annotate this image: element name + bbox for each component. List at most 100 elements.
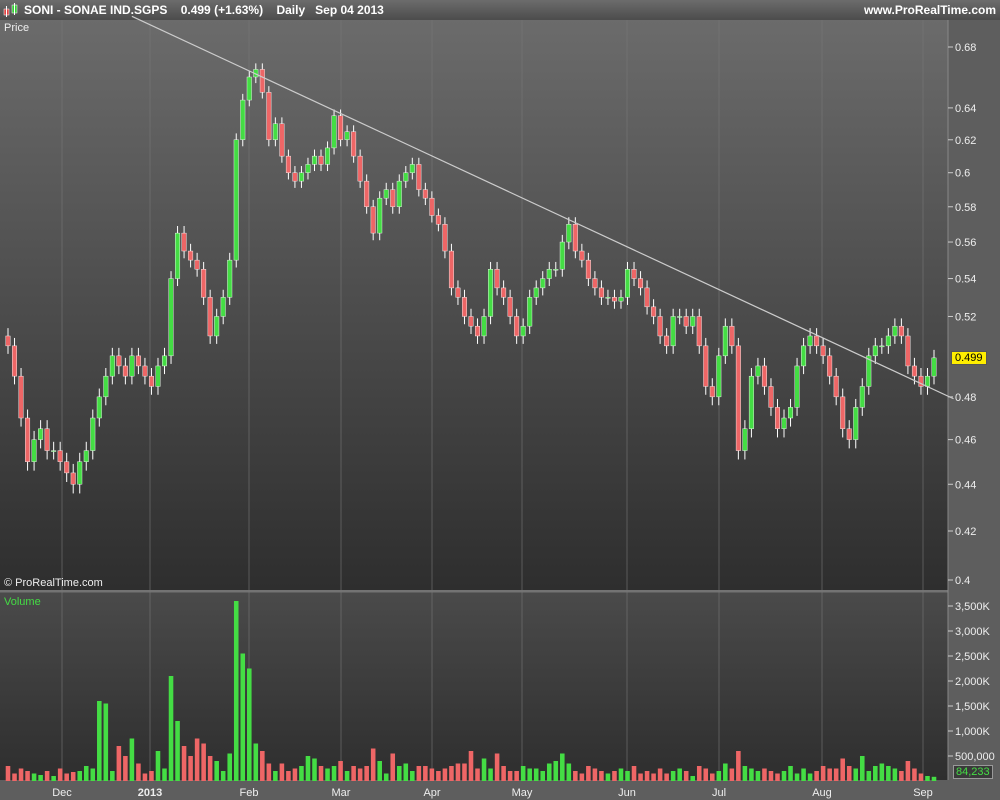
volume-bar: [260, 751, 265, 781]
volume-bar: [396, 766, 402, 781]
volume-bar: [168, 676, 174, 781]
x-tick-label: Sep: [913, 787, 933, 799]
candle-body: [618, 297, 624, 302]
candle-body: [931, 357, 937, 377]
volume-bar: [501, 766, 506, 781]
candle-body: [846, 428, 852, 440]
volume-bar: [279, 763, 285, 781]
candle-body: [25, 417, 31, 462]
candle-body: [5, 335, 11, 347]
volume-bar: [775, 773, 780, 781]
volume-tick-label: 1,000K: [955, 726, 991, 738]
chart-canvas[interactable]: Dec 2013 Feb Mar Apr May Jun Jul Aug Sep 0.68 0.64 0…: [0, 0, 1000, 800]
candle-body: [325, 147, 331, 165]
candle-body: [520, 325, 526, 337]
candle-body: [38, 428, 44, 440]
volume-bar: [129, 738, 135, 781]
candle-body: [12, 345, 18, 377]
volume-bar: [801, 768, 806, 781]
volume-bar: [736, 751, 741, 781]
candle-body: [377, 197, 383, 234]
candle-body: [553, 269, 559, 271]
volume-bar: [879, 763, 885, 781]
volume-bar: [364, 766, 369, 781]
volume-bar: [723, 763, 728, 781]
price-tick-label: 0.48: [955, 392, 976, 404]
candle-body: [129, 355, 135, 377]
volume-bar: [318, 766, 324, 781]
volume-bar: [51, 776, 56, 781]
volume-bar: [273, 771, 278, 781]
volume-bar: [481, 758, 487, 781]
candle-body: [475, 325, 481, 337]
candle-body: [585, 259, 591, 279]
volume-bar: [742, 766, 748, 781]
volume-bar: [12, 773, 17, 781]
candle-body: [246, 76, 252, 101]
candle-body: [383, 189, 389, 199]
candle-body: [370, 206, 376, 234]
candle-body: [181, 232, 187, 252]
volume-bar: [716, 771, 722, 781]
candle-body: [677, 316, 683, 318]
volume-panel-label: Volume: [4, 596, 41, 608]
candle-body: [833, 375, 839, 398]
volume-bar: [149, 771, 154, 781]
volume-bar: [31, 773, 37, 781]
candle-body: [781, 417, 787, 429]
volume-bar: [592, 768, 598, 781]
volume-bar: [90, 768, 96, 781]
volume-bar: [586, 766, 591, 781]
candle-body: [220, 297, 226, 317]
volume-bar: [749, 768, 754, 781]
volume-bar: [390, 753, 396, 781]
volume-bar: [136, 763, 141, 781]
candle-body: [409, 164, 415, 173]
candle-body: [403, 172, 409, 182]
candle-body: [729, 325, 735, 347]
candle-body: [364, 180, 370, 207]
volume-bar: [520, 766, 526, 781]
candle-body: [109, 355, 115, 377]
candle-body: [468, 316, 474, 327]
candle-body: [761, 365, 767, 387]
volume-bar: [638, 773, 643, 781]
volume-bar: [494, 753, 500, 781]
candle-body: [527, 297, 533, 327]
volume-bar: [305, 756, 311, 781]
volume-bar: [827, 768, 832, 781]
volume-bar: [410, 771, 415, 781]
volume-bar: [416, 766, 422, 781]
volume-bar: [573, 771, 578, 781]
volume-bar: [729, 768, 735, 781]
volume-bar: [246, 668, 252, 781]
volume-bar: [344, 771, 350, 781]
candle-body: [240, 99, 246, 140]
volume-bar: [651, 773, 656, 781]
candle-body: [351, 131, 357, 157]
volume-bar: [846, 766, 852, 781]
volume-bar: [618, 768, 624, 781]
candle-body: [644, 287, 650, 308]
volume-bar: [357, 768, 363, 781]
candle-body: [188, 250, 194, 261]
candle-body: [168, 278, 174, 357]
volume-bar: [788, 766, 793, 781]
candle-body: [318, 155, 324, 165]
candle-body: [625, 269, 630, 298]
volume-bar: [194, 738, 200, 781]
price-tick-label: 0.64: [955, 103, 976, 115]
price-tick-label: 0.56: [955, 237, 976, 249]
volume-bar: [625, 771, 630, 781]
candle-body: [455, 287, 461, 298]
volume-bar: [527, 768, 532, 781]
candle-body: [44, 428, 50, 451]
candle-body: [546, 269, 552, 279]
price-tick-label: 0.58: [955, 202, 976, 214]
volume-bar: [853, 768, 859, 781]
candle-body: [162, 355, 167, 367]
volume-bar: [338, 761, 343, 781]
volume-bar: [468, 751, 474, 781]
candle-body: [559, 241, 565, 270]
volume-bar: [925, 776, 930, 781]
